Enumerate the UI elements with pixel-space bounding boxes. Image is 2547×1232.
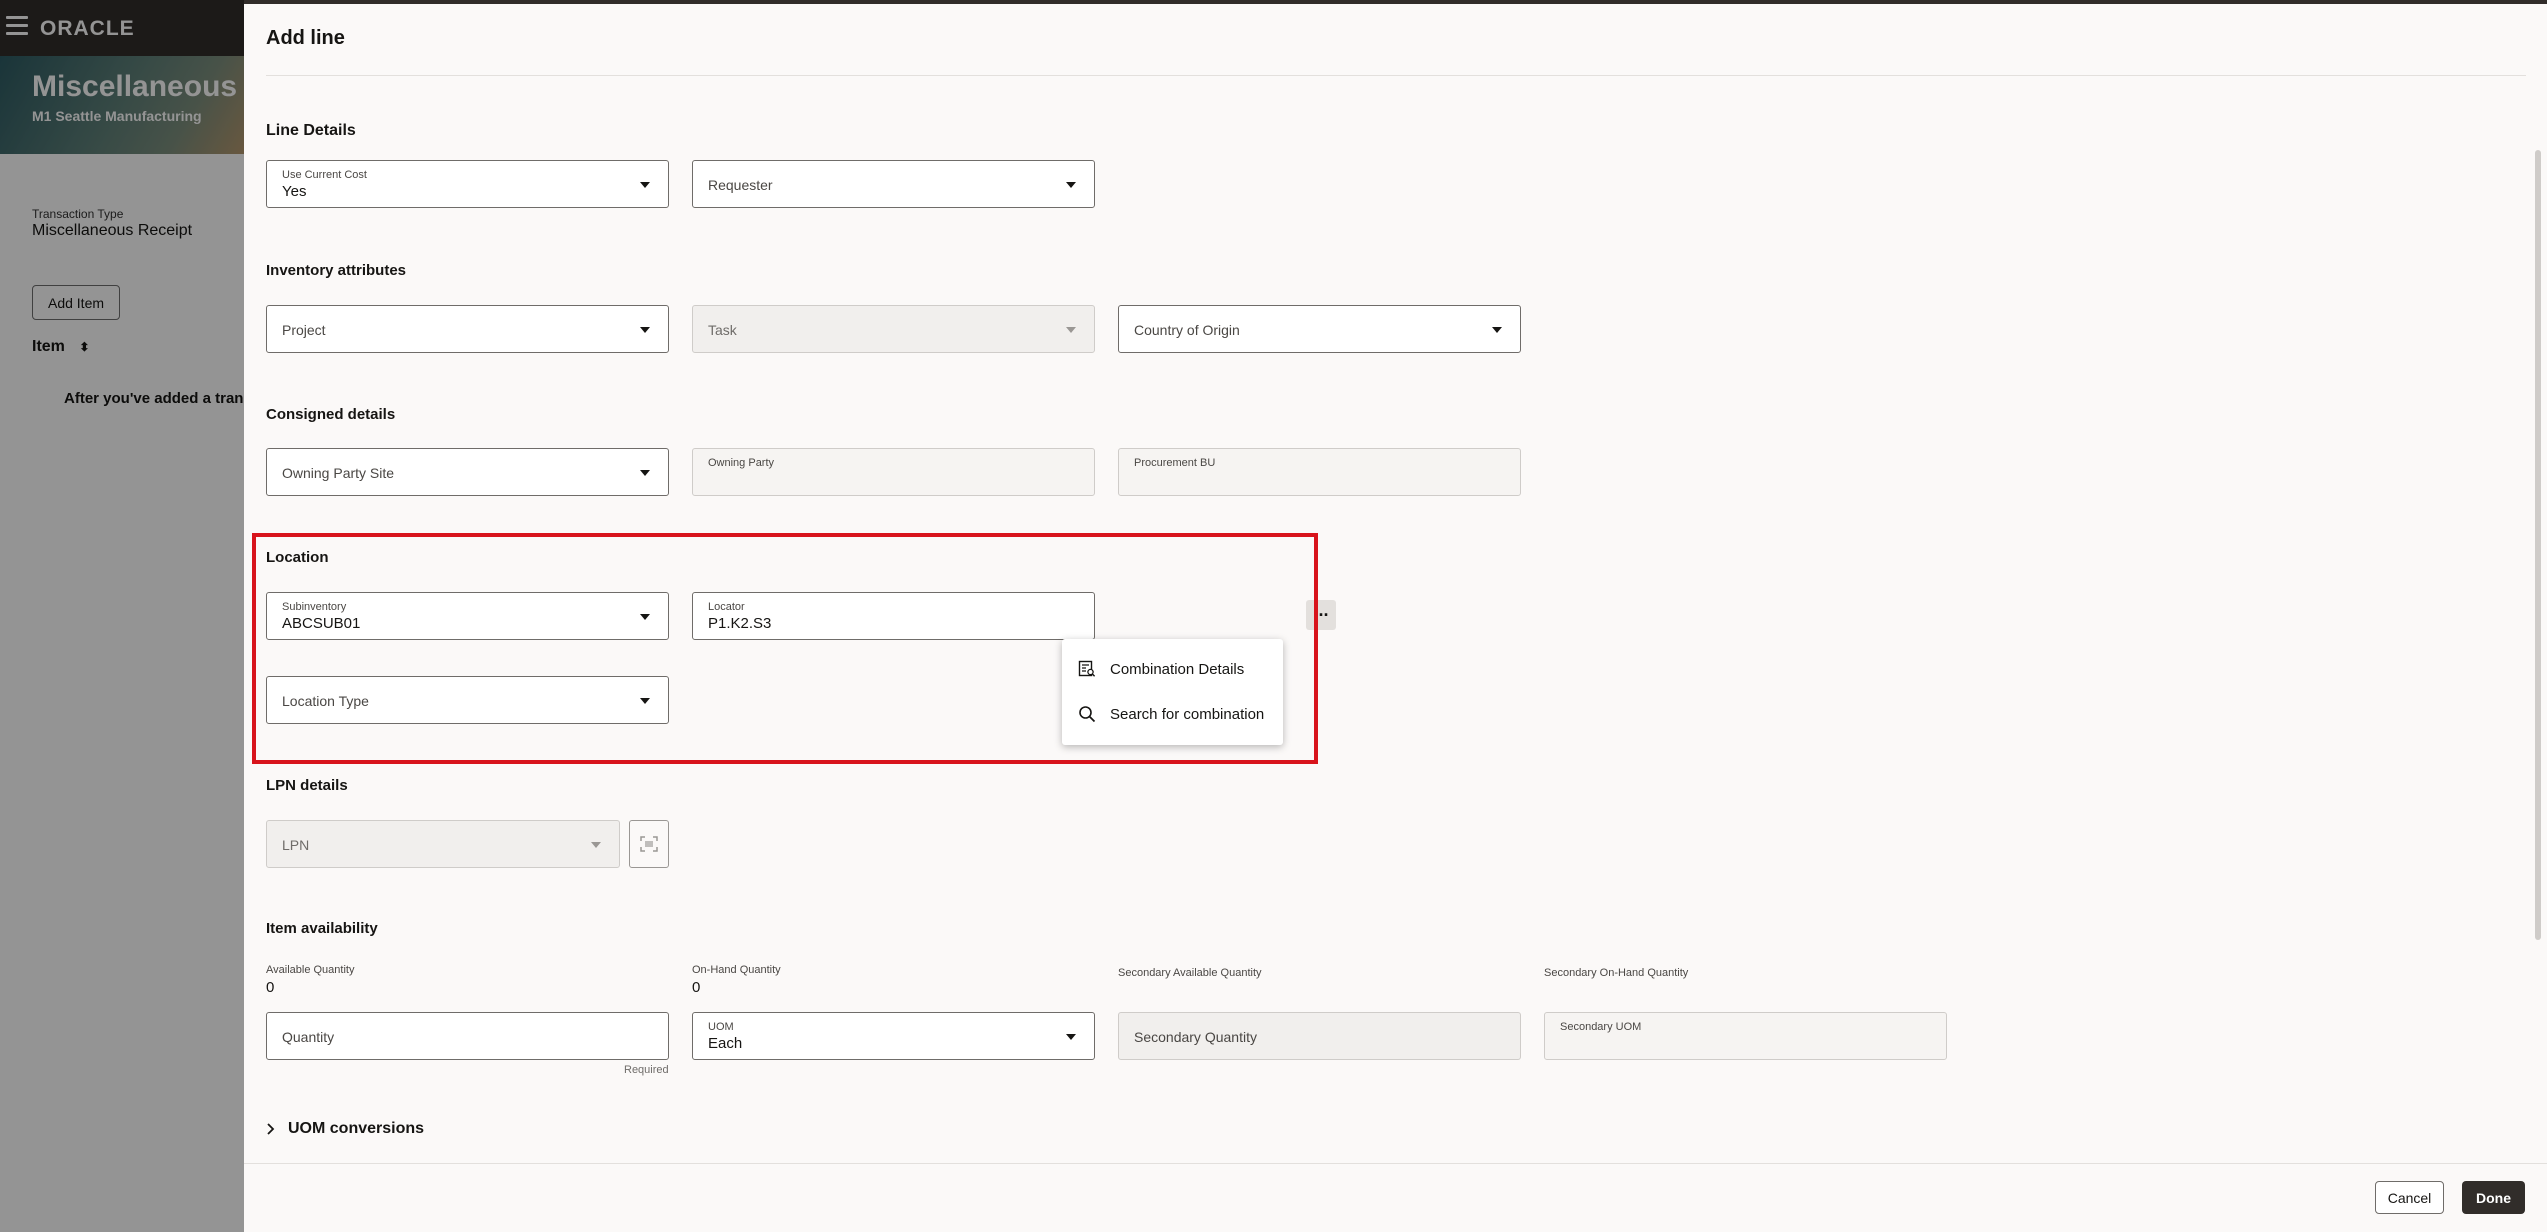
uom-select[interactable]: UOM Each xyxy=(692,1012,1095,1060)
task-placeholder: Task xyxy=(708,322,737,338)
footer-divider xyxy=(244,1163,2547,1164)
owning-party-label: Owning Party xyxy=(708,457,775,469)
on-hand-quantity-value: 0 xyxy=(692,979,701,996)
secondary-uom-label: Secondary UOM xyxy=(1560,1021,1642,1033)
requester-select[interactable]: Requester xyxy=(692,160,1095,208)
inventory-attributes-heading: Inventory attributes xyxy=(266,262,407,279)
chevron-down-icon[interactable] xyxy=(1492,327,1502,333)
barcode-scan-icon xyxy=(640,836,658,852)
scan-lpn-button[interactable] xyxy=(629,820,669,868)
quantity-required-hint: Required xyxy=(624,1064,669,1076)
item-availability-heading: Item availability xyxy=(266,920,378,937)
drawer-top-border xyxy=(244,0,2547,4)
title-divider xyxy=(266,75,2526,76)
uom-conversions-label: UOM conversions xyxy=(288,1120,425,1137)
secondary-available-quantity-label: Secondary Available Quantity xyxy=(1118,967,1262,979)
country-of-origin-placeholder: Country of Origin xyxy=(1134,322,1240,338)
chevron-down-icon[interactable] xyxy=(640,182,650,188)
procurement-bu-field: Procurement BU xyxy=(1118,448,1521,496)
chevron-down-icon xyxy=(1066,327,1076,333)
lpn-placeholder: LPN xyxy=(282,837,310,853)
chevron-down-icon[interactable] xyxy=(640,327,650,333)
available-quantity-value: 0 xyxy=(266,979,275,996)
owning-party-field: Owning Party xyxy=(692,448,1095,496)
quantity-input[interactable]: Quantity xyxy=(266,1012,669,1060)
chevron-down-icon[interactable] xyxy=(640,470,650,476)
use-current-cost-label: Use Current Cost xyxy=(282,169,367,181)
secondary-on-hand-quantity-label: Secondary On-Hand Quantity xyxy=(1544,967,1689,979)
done-button[interactable]: Done xyxy=(2462,1181,2525,1214)
drawer-title: Add line xyxy=(266,27,345,49)
on-hand-quantity-label: On-Hand Quantity xyxy=(692,964,781,976)
uom-value: Each xyxy=(708,1035,743,1052)
line-details-heading: Line Details xyxy=(266,122,356,139)
secondary-quantity-input: Secondary Quantity xyxy=(1118,1012,1521,1060)
requester-placeholder: Requester xyxy=(708,177,773,193)
lpn-details-heading: LPN details xyxy=(266,777,348,794)
chevron-right-icon xyxy=(267,1123,275,1135)
locator-actions-menu: Combination Details Search for combinati… xyxy=(1062,639,1283,745)
cancel-button[interactable]: Cancel xyxy=(2375,1181,2444,1214)
use-current-cost-value: Yes xyxy=(282,183,307,200)
menu-item-search-for-combination[interactable]: Search for combination xyxy=(1062,692,1283,736)
procurement-bu-label: Procurement BU xyxy=(1134,457,1216,469)
combination-details-icon xyxy=(1078,660,1096,678)
uom-conversions-toggle[interactable]: UOM conversions xyxy=(266,1120,424,1138)
country-of-origin-select[interactable]: Country of Origin xyxy=(1118,305,1521,353)
task-select: Task xyxy=(692,305,1095,353)
chevron-down-icon[interactable] xyxy=(1066,182,1076,188)
drawer-scrollbar[interactable] xyxy=(2535,150,2541,940)
menu-item-combination-details[interactable]: Combination Details xyxy=(1062,647,1283,691)
secondary-quantity-placeholder: Secondary Quantity xyxy=(1134,1029,1257,1045)
menu-item-label: Combination Details xyxy=(1110,660,1245,678)
owning-party-site-select[interactable]: Owning Party Site xyxy=(266,448,669,496)
uom-label: UOM xyxy=(708,1021,734,1033)
quantity-placeholder: Quantity xyxy=(282,1029,335,1045)
lpn-select: LPN xyxy=(266,820,620,868)
menu-item-label: Search for combination xyxy=(1110,705,1265,723)
project-select[interactable]: Project xyxy=(266,305,669,353)
chevron-down-icon xyxy=(591,842,601,848)
chevron-down-icon[interactable] xyxy=(1066,1034,1076,1040)
project-placeholder: Project xyxy=(282,322,326,338)
secondary-uom-field: Secondary UOM xyxy=(1544,1012,1947,1060)
available-quantity-label: Available Quantity xyxy=(266,964,355,976)
use-current-cost-select[interactable]: Use Current Cost Yes xyxy=(266,160,669,208)
owning-party-site-placeholder: Owning Party Site xyxy=(282,465,395,481)
consigned-details-heading: Consigned details xyxy=(266,406,396,423)
search-icon xyxy=(1078,705,1096,723)
